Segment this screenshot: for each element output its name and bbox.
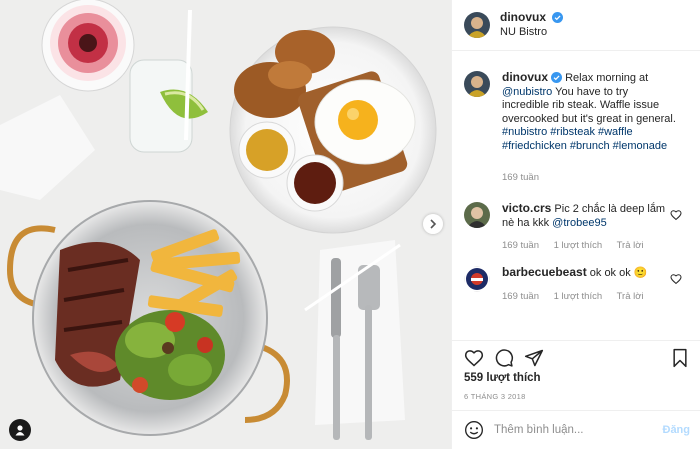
caption-text: dinovux Relax morning at @nubistro You h… (502, 70, 677, 154)
comment-content: ok ok ok (589, 267, 631, 279)
avatar-image (464, 266, 490, 292)
comment-avatar[interactable] (464, 202, 490, 228)
post-location[interactable]: NU Bistro (500, 25, 563, 40)
caption-hashtags[interactable]: #nubistro #ribsteak #waffle #friedchicke… (502, 126, 667, 152)
comment-input[interactable] (494, 424, 654, 436)
share-icon[interactable] (524, 348, 544, 368)
caption: dinovux Relax morning at @nubistro You h… (464, 70, 694, 185)
comment-meta: 169 tuần 1 lượt thích Trả lời (502, 239, 677, 253)
author-avatar[interactable] (464, 12, 490, 38)
chevron-right-icon (430, 219, 437, 229)
user-tags-button[interactable] (9, 419, 31, 441)
verified-badge-icon (552, 12, 564, 23)
flower (50, 5, 126, 81)
comment-meta: 169 tuần 1 lượt thích Trả lời (502, 290, 677, 304)
heart-icon[interactable] (464, 348, 484, 368)
caption-avatar[interactable] (464, 71, 490, 97)
instagram-post: dinovux NU Bistro dinovux Relax morning … (0, 0, 700, 449)
comment-icon[interactable] (494, 348, 514, 368)
post-date[interactable]: 6 THÁNG 3 2018 (464, 392, 526, 401)
post-comment-button[interactable]: Đăng (663, 424, 691, 436)
caption-prefix: Relax morning at (565, 72, 649, 84)
comment-item: victo.crs Pic 2 chắc là deep lắm nè ha k… (464, 201, 694, 253)
comment-body: barbecuebeast ok ok ok 🙂 169 tuần 1 lượt… (502, 265, 677, 304)
brunch-photo-illustration (0, 0, 451, 449)
next-photo-button[interactable] (423, 214, 443, 234)
comment-likes[interactable]: 1 lượt thích (554, 291, 603, 302)
comment-username[interactable]: barbecuebeast (502, 265, 587, 279)
comment-mention[interactable]: @trobee95 (552, 217, 607, 229)
salad (115, 310, 225, 400)
comment-username[interactable]: victo.crs (502, 201, 551, 215)
verified-badge-icon (551, 72, 563, 83)
caption-username[interactable]: dinovux (502, 70, 548, 84)
smiley-icon[interactable] (464, 420, 484, 440)
comment-text: victo.crs Pic 2 chắc là deep lắm nè ha k… (502, 201, 677, 230)
author-username[interactable]: dinovux (500, 10, 546, 24)
comment-item: barbecuebeast ok ok ok 🙂 169 tuần 1 lượt… (464, 265, 694, 304)
bookmark-icon[interactable] (670, 348, 690, 368)
post-header: dinovux NU Bistro (452, 0, 700, 51)
post-side-panel: dinovux NU Bistro dinovux Relax morning … (451, 0, 700, 449)
caption-mention[interactable]: @nubistro (502, 86, 552, 98)
caption-meta: 169 tuần (502, 171, 677, 185)
header-text: dinovux NU Bistro (500, 10, 564, 40)
comment-text: barbecuebeast ok ok ok 🙂 (502, 265, 677, 281)
caption-time[interactable]: 169 tuần (502, 172, 539, 183)
reply-button[interactable]: Trả lời (617, 240, 644, 251)
comment-time[interactable]: 169 tuần (502, 291, 539, 302)
action-bar (452, 340, 700, 374)
avatar-image (464, 202, 490, 228)
avatar-image (464, 12, 490, 38)
comment-avatar[interactable] (464, 266, 490, 292)
heart-icon[interactable] (670, 209, 682, 221)
comment-time[interactable]: 169 tuần (502, 240, 539, 251)
avatar-image (464, 71, 490, 97)
comment-body: victo.crs Pic 2 chắc là deep lắm nè ha k… (502, 201, 677, 253)
comment-likes[interactable]: 1 lượt thích (554, 240, 603, 251)
reply-button[interactable]: Trả lời (617, 291, 644, 302)
comments-list[interactable]: dinovux Relax morning at @nubistro You h… (452, 52, 700, 340)
user-tag-icon (15, 425, 25, 436)
heart-icon[interactable] (670, 273, 682, 285)
smiley-emoji: 🙂 (633, 267, 648, 279)
post-photo[interactable] (0, 0, 451, 449)
comment-composer: Đăng (452, 410, 700, 449)
caption-body: dinovux Relax morning at @nubistro You h… (502, 70, 677, 185)
likes-count[interactable]: 559 lượt thích (464, 372, 541, 384)
